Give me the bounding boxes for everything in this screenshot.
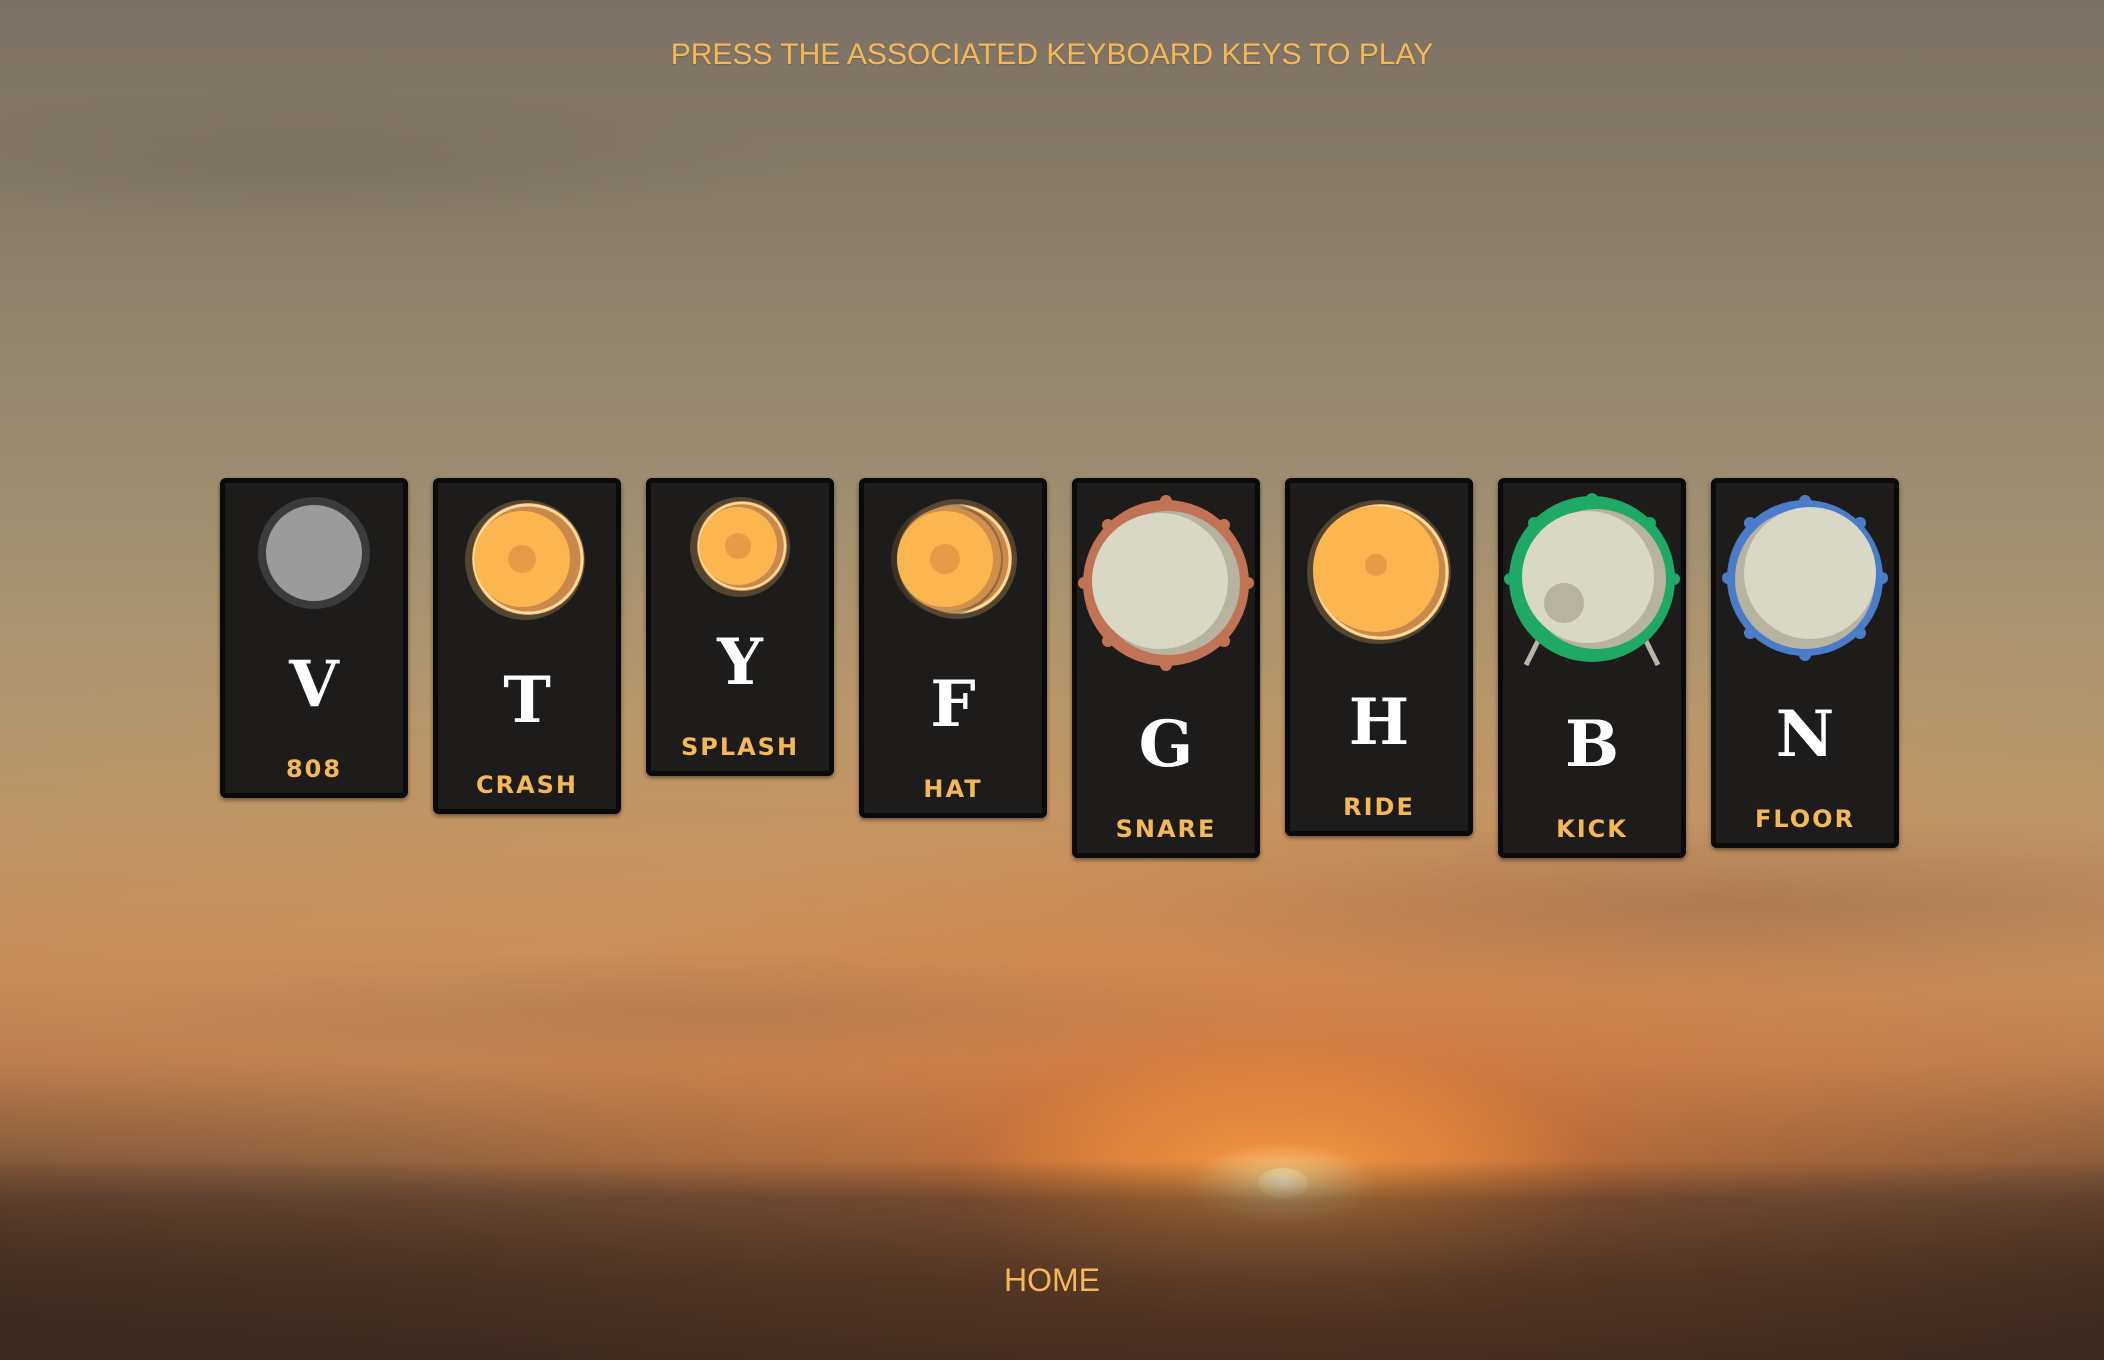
pad-808-label: 808 (285, 755, 343, 783)
pad-floor[interactable]: N FLOOR (1711, 478, 1899, 848)
crash-cymbal-icon (465, 500, 585, 620)
pad-snare-key: G (1138, 707, 1194, 782)
pad-kick-label: KICK (1556, 815, 1628, 843)
pad-splash[interactable]: Y SPLASH (646, 478, 834, 776)
home-link[interactable]: HOME (0, 1262, 2104, 1299)
pad-kick[interactable]: B KICK (1498, 478, 1686, 858)
pad-ride-key: H (1348, 685, 1410, 760)
pad-hat-key: F (930, 667, 976, 742)
pad-splash-label: SPLASH (680, 733, 800, 761)
pad-ride[interactable]: H RIDE (1285, 478, 1473, 836)
pad-808[interactable]: V 808 (220, 478, 408, 798)
pad-808-key: V (289, 647, 339, 722)
floor-tom-icon (1722, 495, 1888, 661)
pad-splash-key: Y (717, 625, 763, 700)
pad-floor-label: FLOOR (1754, 805, 1856, 833)
ride-cymbal-icon (1307, 500, 1451, 644)
pad-snare[interactable]: G SNARE (1072, 478, 1260, 858)
splash-cymbal-icon (690, 497, 790, 597)
snare-drum-icon (1078, 495, 1254, 671)
drum-pads: V 808 T CRASH Y SPLASH F HAT G SNARE H R… (220, 478, 1912, 878)
kick-drum-icon (1504, 493, 1680, 667)
pad-hat[interactable]: F HAT (859, 478, 1047, 818)
pad-ride-label: RIDE (1343, 793, 1415, 821)
pad-crash-key: T (503, 663, 551, 738)
pad-floor-key: N (1775, 697, 1835, 772)
pad-kick-key: B (1564, 707, 1620, 782)
pad-crash[interactable]: T CRASH (433, 478, 621, 814)
pad-hat-label: HAT (923, 775, 983, 803)
pad-snare-label: SNARE (1115, 815, 1217, 843)
sun-glow (1258, 1168, 1308, 1198)
background-skyline (0, 1160, 2104, 1360)
808-pad-icon (258, 497, 370, 609)
hi-hat-icon (891, 499, 1017, 619)
instructions-text: PRESS THE ASSOCIATED KEYBOARD KEYS TO PL… (670, 38, 1434, 71)
pad-crash-label: CRASH (475, 771, 579, 799)
